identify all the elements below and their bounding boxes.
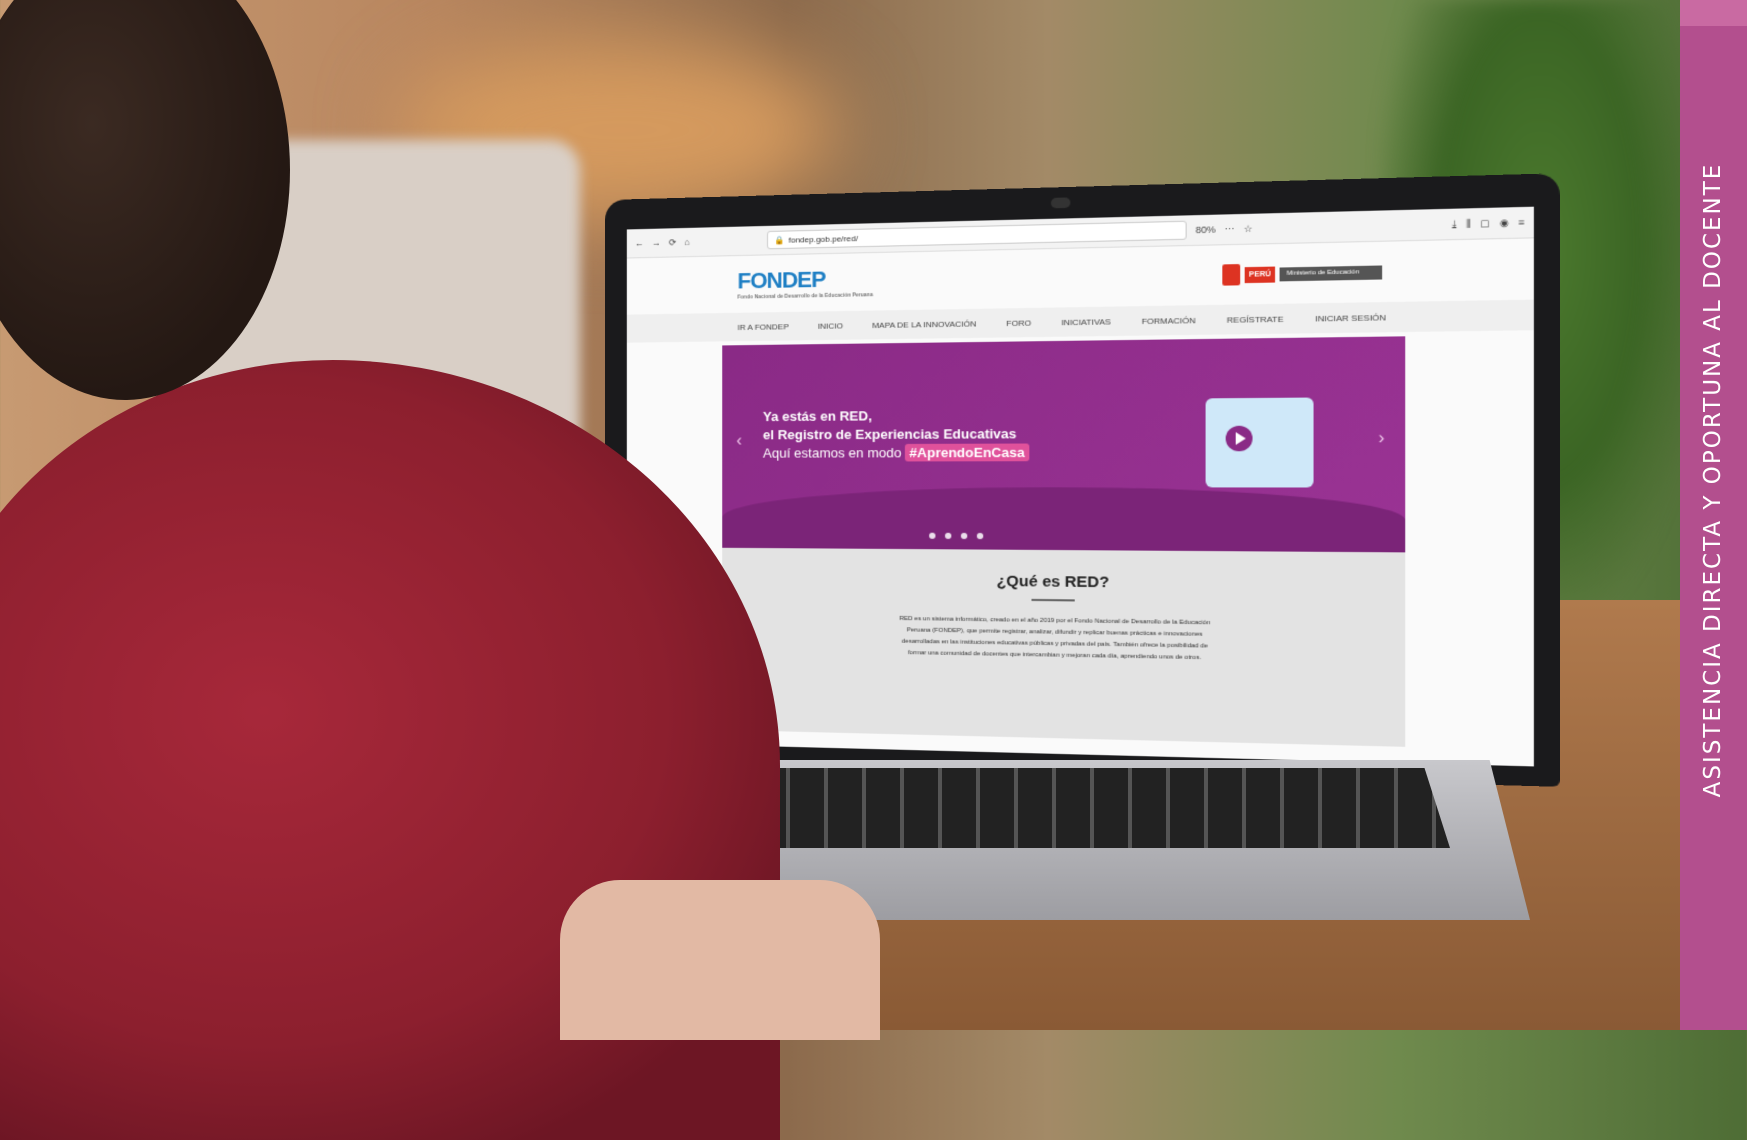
nav-registrate[interactable]: REGÍSTRATE (1227, 314, 1284, 324)
banner-mode-line: Aquí estamos en modo #AprendoEnCasa (762, 443, 1030, 463)
nav-ir-a-fondep[interactable]: IR A FONDEP (737, 322, 788, 332)
download-icon[interactable]: ⤓ (1452, 218, 1457, 230)
banner-wave (722, 487, 1406, 553)
minedu-country: PERÚ (1244, 266, 1276, 283)
banner-line1: Ya estás en RED, (762, 408, 872, 425)
webcam-icon (1050, 197, 1071, 209)
fondep-logo-text: FONDEP (737, 266, 826, 294)
banner-mode-text: Aquí estamos en modo (762, 444, 902, 461)
home-icon[interactable]: ⌂ (684, 237, 689, 247)
video-illustration-icon (1205, 397, 1314, 488)
forward-arrow-icon[interactable]: → (652, 238, 661, 248)
carousel-prev-icon[interactable]: ‹ (736, 432, 741, 450)
side-band-text: ASISTENCIA DIRECTA Y OPORTUNA AL DOCENTE (1700, 162, 1726, 798)
account-icon[interactable]: ◉ (1500, 217, 1509, 229)
banner-line2: el Registro de Experiencias Educativas (762, 425, 1017, 443)
minedu-logo[interactable]: PERÚ Ministerio de Educación (1222, 261, 1383, 286)
side-band-cap (1680, 0, 1747, 26)
minedu-name: Ministerio de Educación (1279, 264, 1383, 281)
nav-inicio[interactable]: INICIO (818, 321, 843, 331)
reload-icon[interactable]: ⟳ (669, 237, 677, 248)
side-band: ASISTENCIA DIRECTA Y OPORTUNA AL DOCENTE (1680, 0, 1747, 1030)
peru-shield-icon (1222, 264, 1241, 286)
nav-iniciativas[interactable]: INICIATIVAS (1061, 317, 1111, 327)
fondep-logo-subtitle: Fondo Nacional de Desarrollo de la Educa… (737, 292, 873, 301)
bookmark-star-icon[interactable]: ☆ (1244, 223, 1253, 235)
play-icon (1225, 425, 1253, 452)
person-hand (560, 880, 880, 1040)
carousel-dot[interactable] (976, 532, 984, 540)
carousel-dot[interactable] (929, 532, 936, 539)
back-arrow-icon[interactable]: ← (635, 238, 644, 248)
carousel-dot[interactable] (960, 532, 968, 540)
carousel-dots (929, 532, 984, 540)
about-title: ¿Qué es RED? (996, 572, 1110, 592)
menu-icon[interactable]: ≡ (1518, 216, 1524, 228)
banner-text: Ya estás en RED, el Registro de Experien… (762, 406, 1030, 463)
nav-iniciar-sesion[interactable]: INICIAR SESIÓN (1315, 312, 1386, 323)
address-bar[interactable]: 🔒 fondep.gob.pe/red/ (767, 220, 1187, 250)
library-icon[interactable]: ⫼ (1466, 218, 1471, 230)
lock-icon: 🔒 (774, 235, 785, 245)
more-icon[interactable]: ⋯ (1225, 223, 1235, 235)
nav-foro[interactable]: FORO (1006, 318, 1031, 328)
about-divider (1030, 598, 1075, 602)
sidebar-icon[interactable]: ▢ (1480, 217, 1490, 229)
nav-mapa-innovacion[interactable]: MAPA DE LA INNOVACIÓN (872, 319, 976, 330)
nav-formacion[interactable]: FORMACIÓN (1142, 315, 1196, 325)
carousel-dot[interactable] (944, 532, 952, 539)
zoom-level[interactable]: 80% (1196, 224, 1216, 235)
carousel-next-icon[interactable]: › (1378, 429, 1384, 448)
fondep-logo[interactable]: FONDEP Fondo Nacional de Desarrollo de l… (737, 265, 872, 300)
hero-carousel: ‹ › Ya estás en RED, el Registro de Expe… (722, 336, 1406, 553)
about-text: RED es un sistema informático, creado en… (899, 615, 1211, 662)
banner-hashtag: #AprendoEnCasa (905, 443, 1030, 462)
about-section: ¿Qué es RED? RED es un sistema informáti… (722, 547, 1406, 747)
address-bar-url: fondep.gob.pe/red/ (788, 233, 858, 245)
